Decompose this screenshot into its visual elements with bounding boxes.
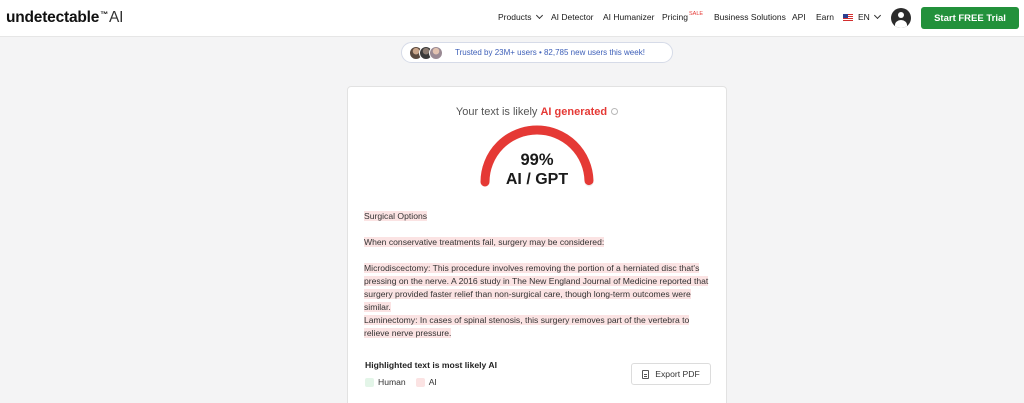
export-pdf-button[interactable]: Export PDF bbox=[631, 363, 711, 385]
user-account-icon[interactable] bbox=[891, 8, 911, 28]
chevron-down-icon bbox=[873, 11, 881, 20]
highlighted-paragraph: Microdiscectomy: This procedure involves… bbox=[364, 263, 709, 312]
chevron-down-icon bbox=[535, 11, 543, 20]
trust-text: Trusted by 23M+ users • 82,785 new users… bbox=[455, 48, 645, 57]
ai-swatch bbox=[415, 377, 425, 387]
legend: Human AI bbox=[365, 377, 437, 387]
highlighted-paragraph: Laminectomy: In cases of spinal stenosis… bbox=[364, 315, 690, 338]
verdict-prefix: Your text is likely bbox=[455, 106, 538, 118]
trust-banner: Trusted by 23M+ users • 82,785 new users… bbox=[401, 42, 673, 63]
nav-ai-humanizer[interactable]: AI Humanizer bbox=[603, 12, 655, 22]
logo[interactable]: undetectable™AI bbox=[6, 9, 123, 27]
avatar bbox=[429, 45, 443, 60]
nav-pricing-label: Pricing bbox=[662, 12, 688, 22]
start-free-trial-button[interactable]: Start FREE Trial bbox=[921, 7, 1019, 29]
logo-trademark: ™ bbox=[100, 10, 109, 19]
language-label: EN bbox=[858, 12, 870, 22]
verdict: Your text is likely AI generated bbox=[348, 106, 726, 118]
user-avatars bbox=[409, 45, 453, 60]
us-flag-icon bbox=[843, 14, 853, 21]
legend-title: Highlighted text is most likely AI bbox=[365, 360, 497, 370]
nav-products-label: Products bbox=[498, 12, 532, 22]
top-navigation: undetectable™AI Products AI Detector AI … bbox=[0, 0, 1024, 37]
info-icon[interactable] bbox=[611, 108, 619, 115]
nav-api[interactable]: API bbox=[792, 12, 806, 22]
nav-earn[interactable]: Earn bbox=[816, 12, 834, 22]
verdict-result: AI generated bbox=[540, 106, 608, 118]
nav-ai-detector[interactable]: AI Detector bbox=[551, 12, 594, 22]
nav-products[interactable]: Products bbox=[498, 11, 543, 22]
logo-suffix: AI bbox=[109, 9, 124, 26]
pdf-file-icon bbox=[642, 369, 650, 379]
analyzed-text: Surgical Options When conservative treat… bbox=[364, 210, 709, 340]
score-value: 99% bbox=[520, 151, 554, 169]
detection-result-card: Your text is likely AI generated 99% AI … bbox=[347, 86, 727, 403]
sale-badge: SALE bbox=[688, 11, 704, 17]
nav-business-solutions[interactable]: Business Solutions bbox=[714, 12, 786, 22]
highlighted-sentence: When conservative treatments fail, surge… bbox=[364, 237, 605, 247]
nav-pricing[interactable]: PricingSALE bbox=[662, 11, 704, 22]
highlighted-heading: Surgical Options bbox=[364, 211, 428, 221]
human-swatch bbox=[365, 377, 374, 387]
logo-brand: undetectable bbox=[6, 9, 100, 26]
export-pdf-label: Export PDF bbox=[655, 369, 700, 379]
legend-ai: AI bbox=[428, 377, 437, 387]
language-selector[interactable]: EN bbox=[843, 11, 881, 22]
score-label: AI / GPT bbox=[505, 171, 569, 188]
legend-human: Human bbox=[378, 377, 406, 387]
